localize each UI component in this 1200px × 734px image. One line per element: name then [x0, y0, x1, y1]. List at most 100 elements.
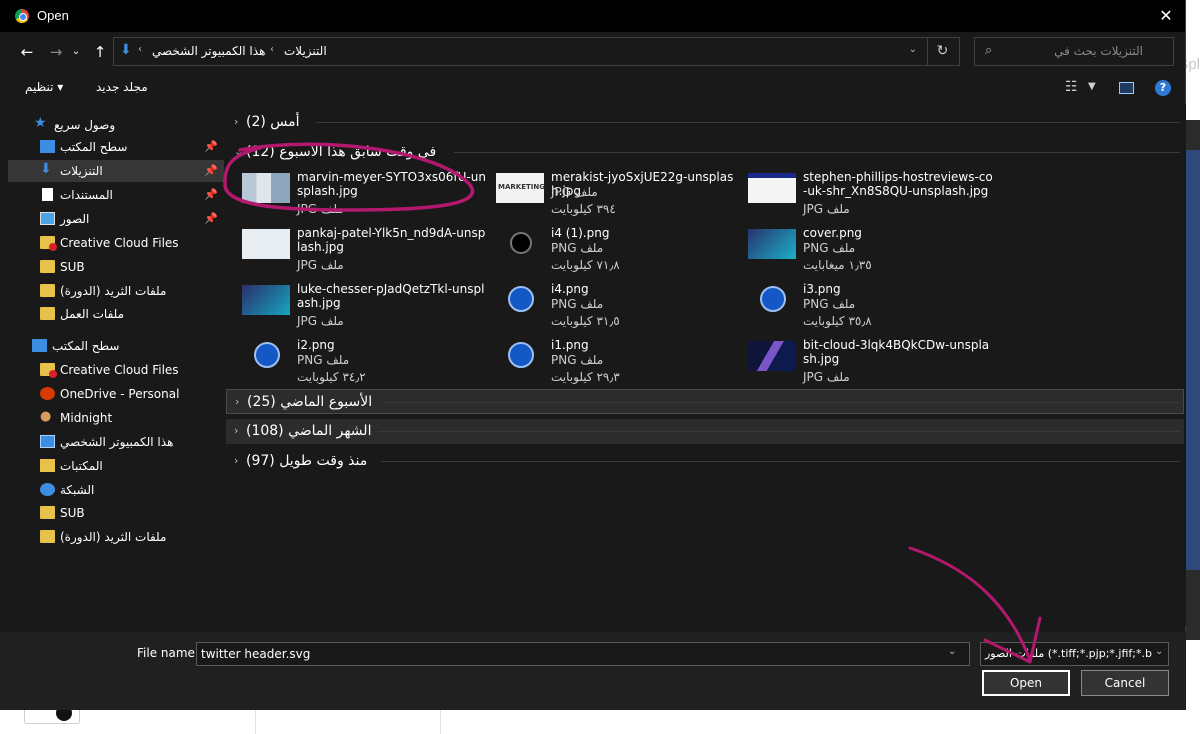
- chevron-down-icon[interactable]: ⌄: [1155, 646, 1163, 657]
- pin-icon: 📌: [204, 164, 218, 177]
- organize-menu[interactable]: تنظيم ▾: [25, 80, 63, 94]
- recent-locations-dropdown[interactable]: ⌄: [69, 42, 83, 62]
- file-item[interactable]: i4.png PNG ملف ٣١٫٥ كيلوبايت: [496, 282, 746, 334]
- file-size: ٣٤٫٢ كيلوبايت: [297, 370, 366, 384]
- group-divider: [378, 431, 1180, 432]
- sidebar-item-documents[interactable]: المستندات 📌: [8, 184, 224, 206]
- refresh-button[interactable]: ↻: [927, 38, 957, 65]
- file-item[interactable]: marvin-meyer-SYTO3xs06fU-unsplash.jpg JP…: [242, 170, 492, 222]
- group-header-earlier-this-week[interactable]: ⌄ (12) في وقت سابق هذا الأسبوع: [226, 140, 1184, 165]
- file-item[interactable]: i4 (1).png PNG ملف ٧١٫٨ كيلوبايت: [496, 226, 746, 278]
- sidebar-item-thread-files-2[interactable]: ملفات الثريد (الدورة): [8, 526, 224, 548]
- sidebar-item-creative-cloud-2[interactable]: Creative Cloud Files: [8, 359, 224, 381]
- file-item[interactable]: stephen-phillips-hostreviews-co-uk-shr_X…: [748, 170, 998, 222]
- preview-pane-icon[interactable]: [1119, 82, 1134, 94]
- close-button[interactable]: ✕: [1153, 4, 1179, 28]
- user-icon: ●: [40, 409, 52, 424]
- sidebar-item-midnight[interactable]: ● Midnight: [8, 407, 224, 429]
- address-dropdown-icon[interactable]: ⌄: [909, 44, 917, 55]
- sidebar-item-libraries[interactable]: المكتبات: [8, 455, 224, 477]
- file-name: cover.png: [803, 226, 862, 240]
- file-size: ٣٩٤ كيلوبايت: [551, 202, 616, 216]
- file-name-label: File name:: [137, 646, 199, 660]
- sidebar-item-label: سطح المكتب: [52, 339, 120, 353]
- sidebar-item-label: وصول سريع: [54, 118, 116, 132]
- open-button[interactable]: Open: [982, 670, 1070, 696]
- chevron-down-icon: ⌄: [234, 145, 244, 158]
- view-dropdown-icon[interactable]: ▼: [1088, 81, 1096, 92]
- sidebar-item-desktop[interactable]: سطح المكتب 📌: [8, 136, 224, 158]
- file-thumbnail: [242, 173, 290, 203]
- up-button[interactable]: ↑: [89, 42, 111, 62]
- file-thumbnail: [748, 229, 796, 259]
- sidebar-item-downloads[interactable]: ⬇ التنزيلات 📌: [8, 160, 224, 182]
- breadcrumb-downloads[interactable]: التنزيلات: [284, 44, 327, 58]
- download-icon: ⬇: [120, 42, 132, 58]
- sidebar-item-pictures[interactable]: الصور 📌: [8, 208, 224, 230]
- file-item[interactable]: luke-chesser-pJadQetzTkl-unsplash.jpg JP…: [242, 282, 492, 334]
- chevron-down-icon[interactable]: ⌄: [948, 646, 956, 657]
- file-item[interactable]: merakist-jyoSxjUE22g-unsplash.jpg JPG مل…: [496, 170, 746, 222]
- sidebar-item-desktop-root[interactable]: سطح المكتب: [8, 335, 224, 357]
- sidebar-item-label: Creative Cloud Files: [60, 363, 179, 377]
- group-header-long-ago[interactable]: › (97) منذ وقت طويل: [226, 449, 1184, 474]
- sidebar-item-network[interactable]: الشبكة: [8, 479, 224, 501]
- sidebar-item-label: SUB: [60, 506, 85, 520]
- window-title: Open: [37, 8, 69, 23]
- bottom-bar: File name: ⌄ ملفات الصور (*.tiff;*.pjp;*…: [0, 632, 1186, 710]
- file-item[interactable]: cover.png PNG ملف ١٫٣٥ ميغابايت: [748, 226, 998, 278]
- file-thumbnail: [496, 173, 545, 203]
- group-header-yesterday[interactable]: › (2) أمس: [226, 110, 1184, 135]
- star-icon: ★: [34, 115, 47, 131]
- file-list: › (2) أمس ⌄ (12) في وقت سابق هذا الأسبوع…: [226, 104, 1186, 626]
- sidebar-item-onedrive[interactable]: OneDrive - Personal: [8, 383, 224, 405]
- file-item[interactable]: i2.png PNG ملف ٣٤٫٢ كيلوبايت: [242, 338, 492, 390]
- folder-icon: [40, 506, 55, 519]
- group-header-last-week[interactable]: › (25) الأسبوع الماضي: [226, 389, 1184, 414]
- folder-icon: [40, 284, 55, 297]
- file-item[interactable]: pankaj-patel-Ylk5n_nd9dA-unsplash.jpg JP…: [242, 226, 492, 278]
- desktop-icon: [32, 339, 47, 352]
- file-type-filter[interactable]: ملفات الصور (*.tiff;*.pjp;*.jfif;*.b: [980, 642, 1169, 666]
- file-name-input[interactable]: [196, 642, 970, 666]
- group-header-last-month[interactable]: › (108) الشهر الماضي: [226, 419, 1184, 444]
- new-folder-button[interactable]: مجلد جديد: [96, 80, 148, 94]
- sidebar-item-quick-access[interactable]: ★ وصول سريع: [8, 114, 224, 136]
- sidebar-item-sub[interactable]: SUB: [8, 256, 224, 278]
- background-image: [1186, 150, 1200, 570]
- sidebar-item-creative-cloud[interactable]: Creative Cloud Files: [8, 232, 224, 254]
- file-name: marvin-meyer-SYTO3xs06fU-unsplash.jpg: [297, 170, 486, 198]
- file-thumbnail: [242, 285, 290, 315]
- help-icon[interactable]: ?: [1155, 80, 1171, 96]
- forward-button[interactable]: →: [45, 42, 67, 62]
- view-options-icon[interactable]: ☷: [1065, 79, 1078, 95]
- file-thumbnail: [748, 341, 796, 371]
- file-item[interactable]: i3.png PNG ملف ٣٥٫٨ كيلوبايت: [748, 282, 998, 334]
- file-type: JPG ملف: [297, 202, 344, 216]
- address-bar[interactable]: ⬇ ‹ هذا الكمبيوتر الشخصي ‹ التنزيلات ⌄ ↻: [113, 37, 960, 66]
- group-label: (25) الأسبوع الماضي: [247, 394, 373, 410]
- group-label: (2) أمس: [246, 114, 300, 130]
- sidebar-item-this-pc[interactable]: هذا الكمبيوتر الشخصي: [8, 431, 224, 453]
- file-size: ٣١٫٥ كيلوبايت: [551, 314, 620, 328]
- back-button[interactable]: ←: [16, 42, 38, 62]
- file-thumbnail: [760, 286, 786, 312]
- sidebar-item-work-files[interactable]: ملفات العمل: [8, 303, 224, 325]
- sidebar-item-thread-files[interactable]: ملفات الثريد (الدورة): [8, 280, 224, 302]
- cancel-button[interactable]: Cancel: [1081, 670, 1169, 696]
- search-input[interactable]: ⌕ التنزيلات بحث في: [974, 37, 1174, 66]
- file-thumbnail: [508, 342, 534, 368]
- sidebar-item-label: SUB: [60, 260, 85, 274]
- group-label: (108) الشهر الماضي: [246, 423, 372, 439]
- command-bar: تنظيم ▾ مجلد جديد ☷ ▼ ?: [0, 72, 1185, 104]
- navigation-pane: ★ وصول سريع سطح المكتب 📌 ⬇ التنزيلات 📌 ا…: [8, 104, 224, 626]
- document-icon: [42, 188, 53, 201]
- file-name: bit-cloud-3lqk4BQkCDw-unsplash.jpg: [803, 338, 990, 366]
- folder-icon: [40, 530, 55, 543]
- file-item[interactable]: bit-cloud-3lqk4BQkCDw-unsplash.jpg JPG م…: [748, 338, 998, 390]
- group-divider: [454, 152, 1180, 153]
- file-item[interactable]: i1.png PNG ملف ٢٩٫٣ كيلوبايت: [496, 338, 746, 390]
- breadcrumb-this-pc[interactable]: هذا الكمبيوتر الشخصي: [152, 44, 265, 58]
- sidebar-item-sub-2[interactable]: SUB: [8, 502, 224, 524]
- group-label: (97) منذ وقت طويل: [246, 453, 368, 469]
